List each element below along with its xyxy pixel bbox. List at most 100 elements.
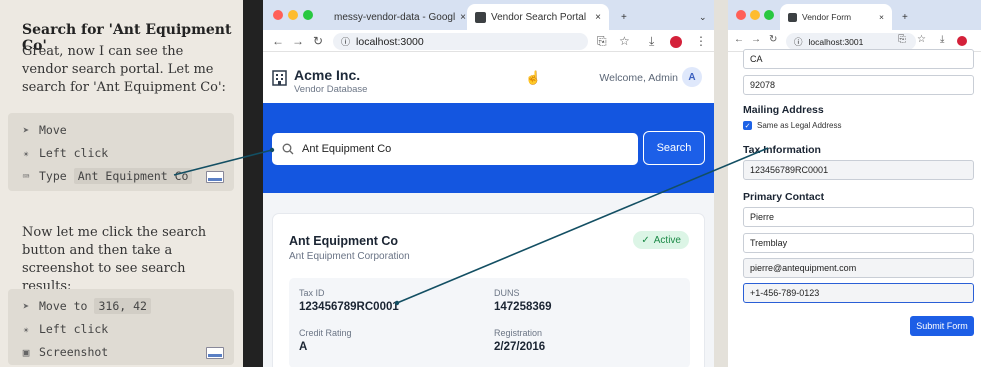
new-tab-icon[interactable]: + [894,4,916,30]
check-circle-icon: ✓ [641,234,650,246]
new-tab-icon[interactable]: + [613,4,635,30]
browser-vendor-form: Vendor Form × + ← → ↻ ⓘ localhost:3001 ⎘… [728,0,981,367]
tab-vendor-search-portal[interactable]: Vendor Search Portal × [467,4,609,30]
browser-vendor-search: messy-vendor-data - Googl × Vendor Searc… [263,0,714,367]
move-coordinates: 316, 42 [94,298,151,314]
tab-vendor-form[interactable]: Vendor Form × [780,4,892,30]
welcome-text: Welcome, Admin [599,72,678,84]
avatar[interactable]: A [682,67,702,87]
address-bar-row: ← → ↻ ⓘ localhost:3000 ⎘ ☆ ⤓ ⋮ [263,30,714,52]
close-window-dot[interactable] [736,10,746,20]
close-tab-icon[interactable]: × [879,12,884,22]
status-badge: ✓ Active [633,231,689,249]
mailing-address-heading: Mailing Address [743,104,824,116]
action-move-to: ➤ Move to 316, 42 [20,297,151,315]
maximize-window-dot[interactable] [764,10,774,20]
chevron-down-icon[interactable]: ⌄ [691,4,714,30]
registration-value: 2/27/2016 [494,341,546,353]
forward-icon[interactable]: → [292,34,304,48]
install-icon[interactable]: ⎘ [898,34,906,45]
tax-id-value: 123456789RC0001 [299,301,399,313]
credit-rating-label: Credit Rating [299,328,352,338]
panel-divider [243,0,263,367]
portal-header: Acme Inc. Vendor Database ☝ Welcome, Adm… [263,53,714,103]
reload-icon[interactable]: ↻ [769,34,777,45]
phone-field[interactable]: +1-456-789-0123 [743,283,974,303]
submit-form-button[interactable]: Submit Form [910,316,974,336]
url-field[interactable]: ⓘ localhost:3000 [333,33,588,50]
tax-information-heading: Tax Information [743,144,821,156]
primary-contact-heading: Primary Contact [743,191,825,203]
bookmark-star-icon[interactable]: ☆ [917,34,926,45]
site-info-icon[interactable]: ⓘ [794,36,803,48]
download-icon[interactable]: ⤓ [940,34,944,45]
close-tab-icon[interactable]: × [460,12,466,23]
tab-messy-vendor-data[interactable]: messy-vendor-data - Googl × [321,4,466,30]
vendor-form: CA 92078 Mailing Address ✓ Same as Legal… [728,49,981,367]
back-icon[interactable]: ← [272,34,284,48]
agent-intro-text: Great, now I can see the vendor search p… [22,44,226,95]
credit-rating-value: A [299,341,308,353]
action-left-click-2: ✴ Left click [20,320,109,338]
menu-dots-icon[interactable]: ⋮ [695,34,707,48]
vendor-legal-name: Ant Equipment Corporation [289,251,410,262]
bookmark-star-icon[interactable]: ☆ [619,34,630,48]
search-icon [282,143,294,155]
last-name-field[interactable]: Tremblay [743,233,974,253]
screenshot-thumbnail[interactable] [206,171,224,183]
company-name: Acme Inc. [294,67,361,83]
building-icon [272,70,287,86]
cursor-icon: ➤ [22,123,30,137]
action-block-1: ➤ Move ✴ Left click ⌨ Type Ant Equipment… [8,113,234,191]
download-icon[interactable]: ⤓ [649,34,654,49]
reload-icon[interactable]: ↻ [313,34,323,48]
portal-favicon-icon [475,11,486,23]
action-block-2: ➤ Move to 316, 42 ✴ Left click ▣ Screens… [8,289,234,365]
email-field[interactable]: pierre@antequipment.com [743,258,974,278]
cursor-icon: ➤ [22,299,30,313]
minimize-window-dot[interactable] [288,10,298,20]
install-icon[interactable]: ⎘ [597,34,607,49]
close-tab-icon[interactable]: × [595,12,601,23]
first-name-field[interactable]: Pierre [743,207,974,227]
profile-icon[interactable] [957,36,967,46]
registration-label: Registration [494,328,543,338]
screenshot-thumbnail-2[interactable] [206,347,224,359]
tab-bar: messy-vendor-data - Googl × Vendor Searc… [263,0,714,30]
mouse-pointer-icon: ☝ [525,70,542,85]
search-hero: Ant Equipment Co Search [263,103,714,193]
forward-icon[interactable]: → [751,34,761,45]
checkmark-icon: ✓ [743,121,752,130]
results-area: Ant Equipment Co Ant Equipment Corporati… [263,193,714,367]
same-as-legal-checkbox[interactable]: ✓ Same as Legal Address [743,121,842,130]
click-icon: ✴ [22,322,30,336]
back-icon[interactable]: ← [734,34,744,45]
vendor-name: Ant Equipment Co [289,234,399,248]
tax-id-field[interactable]: 123456789RC0001 [743,160,974,180]
vendor-result-card[interactable]: Ant Equipment Co Ant Equipment Corporati… [272,213,705,367]
site-info-icon[interactable]: ⓘ [341,35,350,48]
duns-value: 147258369 [494,301,552,313]
state-field[interactable]: CA [743,49,974,69]
search-button[interactable]: Search [643,131,705,165]
maximize-window-dot[interactable] [303,10,313,20]
agent-panel: Search for 'Ant Equipment Co' Great, now… [0,0,243,367]
form-favicon-icon [788,12,797,22]
tax-id-label: Tax ID [299,288,325,298]
agent-middle-text: Now let me click the search button and t… [22,225,207,294]
panel-divider-2 [714,0,728,367]
profile-icon[interactable] [670,36,682,48]
url-field[interactable]: ⓘ localhost:3001 [786,33,916,50]
close-window-dot[interactable] [273,10,283,20]
action-left-click: ✴ Left click [20,144,109,162]
zip-field[interactable]: 92078 [743,75,974,95]
typed-text: Ant Equipment Co [73,168,193,184]
minimize-window-dot[interactable] [750,10,760,20]
tab-bar: Vendor Form × + [728,0,981,30]
keyboard-icon: ⌨ [22,169,30,183]
click-icon: ✴ [22,146,30,160]
search-input[interactable]: Ant Equipment Co [272,133,638,165]
action-move: ➤ Move [20,121,67,139]
camera-icon: ▣ [22,345,30,359]
company-subtitle: Vendor Database [294,84,368,95]
